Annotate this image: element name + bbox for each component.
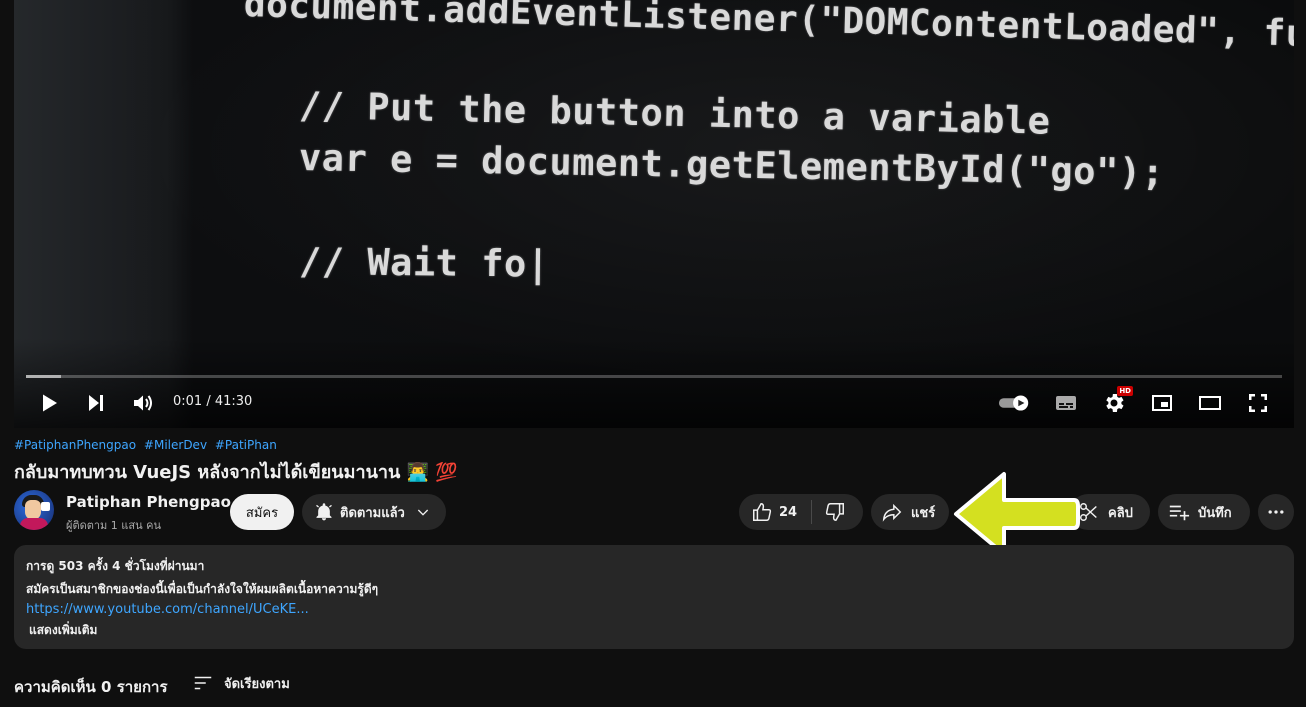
channel-name[interactable]: Patiphan Phengpao: [66, 493, 231, 511]
clip-button[interactable]: คลิป: [1070, 494, 1150, 530]
captions-icon: [1056, 396, 1076, 410]
view-stats: การดู 503 ครั้ง 4 ชั่วโมงที่ผ่านมา: [26, 559, 205, 573]
comments-count: ความคิดเห็น 0 รายการ: [14, 678, 168, 696]
volume-button[interactable]: [128, 388, 158, 418]
more-actions-button[interactable]: [1258, 494, 1294, 530]
progress-bar-fill: [26, 375, 62, 378]
video-title: กลับมาทบทวน VueJS หลังจากไม่ได้เขียนมานา…: [14, 462, 458, 483]
sort-comments-button[interactable]: จัดเรียงตาม: [192, 672, 290, 694]
volume-icon: [134, 395, 152, 411]
theater-mode-button[interactable]: [1195, 388, 1225, 418]
divider: [811, 500, 813, 524]
share-button[interactable]: แชร์: [871, 494, 949, 530]
subscriber-count: ผู้ติดตาม 1 แสน คน: [66, 519, 161, 532]
settings-button[interactable]: HD: [1099, 386, 1133, 418]
join-button-label: สมัคร: [245, 505, 279, 521]
scissors-icon: [1080, 503, 1097, 521]
description-text: สมัครเป็นสมาชิกของช่องนี้เพื่อเป็นกำลังใ…: [26, 582, 379, 596]
theater-mode-icon: [1199, 396, 1221, 410]
miniplayer-button[interactable]: [1147, 388, 1177, 418]
like-dislike-group: 24: [739, 494, 863, 530]
like-count[interactable]: 24: [779, 505, 797, 520]
channel-link[interactable]: https://www.youtube.com/channel/UCeKE...: [26, 602, 1282, 617]
autoplay-toggle-icon: [998, 395, 1029, 411]
join-button[interactable]: สมัคร: [230, 494, 294, 530]
save-button[interactable]: บันทึก: [1158, 494, 1250, 530]
play-icon: [43, 394, 57, 412]
bell-icon: [316, 503, 332, 521]
clip-label: คลิป: [1108, 505, 1133, 521]
share-icon: [882, 503, 902, 522]
progress-bar[interactable]: [26, 375, 1282, 378]
hashtag-link[interactable]: #PatiPhan: [215, 438, 277, 452]
description-box[interactable]: การดู 503 ครั้ง 4 ชั่วโมงที่ผ่านมา สมัคร…: [14, 545, 1294, 649]
show-more-link[interactable]: แสดงเพิ่มเติม: [29, 621, 1282, 640]
video-code-line: // Put the button into a variable: [298, 84, 1051, 143]
playlist-add-icon: [1169, 505, 1190, 521]
subscribed-label: ติดตามแล้ว: [340, 505, 405, 521]
video-code-line: var e = document.getElementById("go");: [298, 136, 1165, 195]
video-code-line: // Wait fo|: [298, 240, 550, 286]
time-display: 0:01 / 41:30: [173, 394, 253, 409]
sort-icon: [194, 676, 212, 690]
fullscreen-button[interactable]: [1243, 388, 1273, 418]
play-button[interactable]: [34, 388, 64, 418]
hd-badge: HD: [1117, 386, 1133, 396]
next-icon: [89, 395, 103, 411]
sort-label: จัดเรียงตาม: [224, 676, 290, 692]
miniplayer-icon: [1152, 395, 1172, 411]
chevron-down-icon: [417, 509, 428, 516]
thumbs-up-icon[interactable]: [751, 501, 773, 523]
video-player[interactable]: document.addEventListener("DOMContentLoa…: [14, 0, 1294, 428]
channel-avatar[interactable]: [14, 490, 54, 530]
hashtag-row: #PatiphanPhengpao #MilerDev #PatiPhan: [14, 438, 281, 452]
autoplay-toggle[interactable]: [997, 388, 1033, 418]
video-code-line: document.addEventListener("DOMContentLoa…: [243, 0, 1294, 59]
share-label: แชร์: [911, 505, 936, 521]
captions-button[interactable]: [1051, 388, 1081, 418]
more-horizontal-icon: [1268, 510, 1284, 514]
hashtag-link[interactable]: #PatiphanPhengpao: [14, 438, 136, 452]
fullscreen-icon: [1249, 394, 1267, 412]
next-button[interactable]: [81, 388, 111, 418]
subscribed-button[interactable]: ติดตามแล้ว: [302, 494, 446, 530]
save-label: บันทึก: [1198, 505, 1232, 521]
hashtag-link[interactable]: #MilerDev: [144, 438, 207, 452]
thumbs-down-icon[interactable]: [824, 501, 846, 523]
